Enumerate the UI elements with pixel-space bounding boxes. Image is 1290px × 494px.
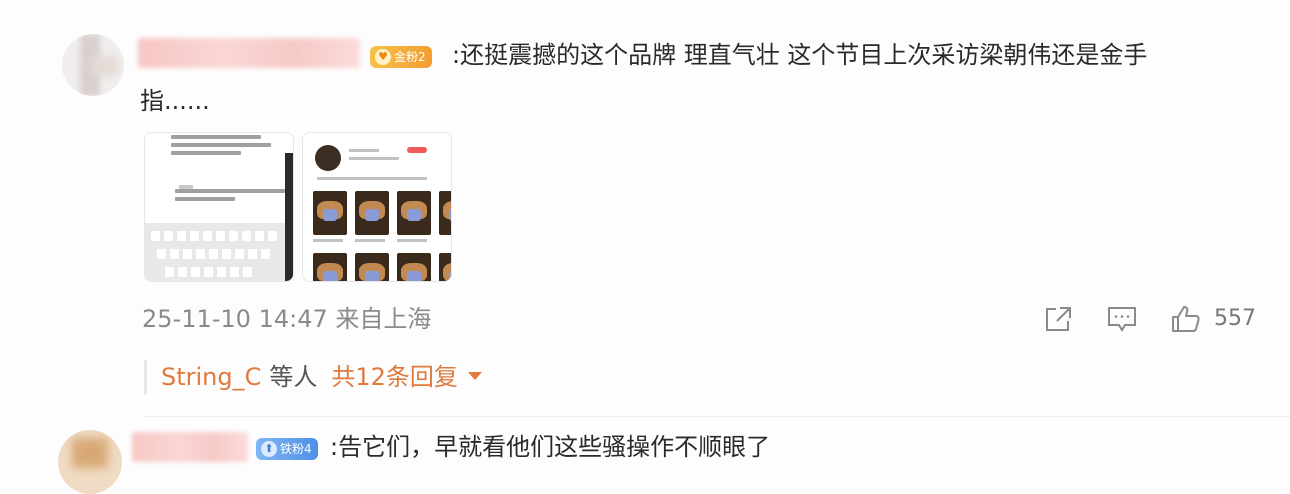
timestamp: 25-11-10 14:47 — [142, 305, 328, 333]
reply-count-link[interactable]: 共12条回复 — [331, 363, 458, 391]
avatar[interactable] — [62, 34, 124, 96]
expand-caret-icon[interactable] — [467, 372, 482, 380]
like-count: 557 — [1214, 306, 1256, 331]
like-icon[interactable] — [1170, 304, 1202, 334]
comment-text-line1: :告它们，早就看他们这些骚操作不顺眼了 — [330, 433, 771, 461]
up-arrow-icon: ⬆ — [261, 441, 277, 457]
avatar[interactable] — [58, 430, 122, 494]
username-blurred[interactable] — [132, 432, 248, 462]
reply-summary[interactable]: String_C 等人 共12条回复 — [144, 360, 482, 394]
image-thumbnail-1[interactable] — [144, 132, 294, 282]
comment-icon[interactable] — [1106, 304, 1138, 334]
fan-badge: ⬆ 铁粉4 — [256, 438, 318, 460]
comment-meta: 25-11-10 14:47 来自上海 — [142, 302, 431, 336]
reply-username-link[interactable]: String_C — [161, 363, 261, 391]
image-thumbnail-2[interactable] — [302, 132, 452, 282]
username-blurred[interactable] — [138, 38, 360, 68]
share-icon[interactable] — [1042, 304, 1074, 334]
comment-text-line1: :还挺震撼的这个品牌 理直气壮 这个节目上次采访梁朝伟还是金手 — [452, 41, 1148, 69]
comment-divider — [144, 416, 1290, 417]
fan-badge: ♥ 金粉2 — [370, 46, 432, 68]
comment-text-line2: 指...... — [140, 87, 210, 115]
heart-icon: ♥ — [375, 49, 391, 65]
location: 来自上海 — [335, 305, 432, 333]
reply-others-label: 等人 — [269, 363, 318, 391]
